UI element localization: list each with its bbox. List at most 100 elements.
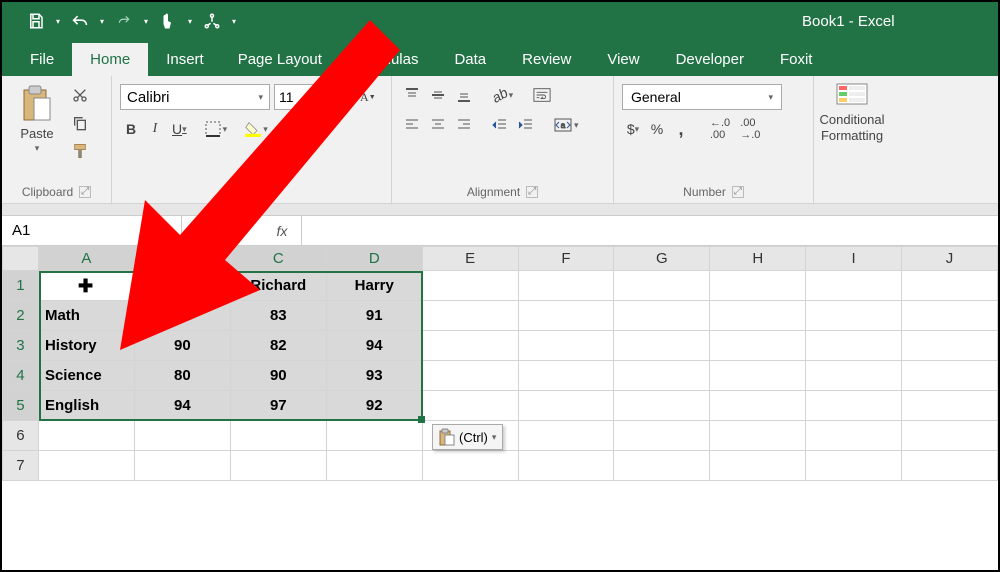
conditional-formatting-button[interactable]: Conditional Formatting (822, 80, 882, 143)
cell[interactable] (902, 331, 998, 361)
cell[interactable] (902, 391, 998, 421)
col-header-h[interactable]: H (710, 247, 806, 271)
cell[interactable] (614, 451, 710, 481)
redo-icon[interactable] (110, 7, 138, 35)
cell-d2[interactable]: 91 (326, 301, 422, 331)
increase-decimal-icon[interactable]: ←.0.00 (706, 118, 734, 140)
cell[interactable] (422, 391, 518, 421)
decrease-indent-icon[interactable] (488, 114, 512, 136)
alignment-launcher[interactable]: ⤢ (526, 186, 538, 198)
cell[interactable] (806, 331, 902, 361)
align-middle-icon[interactable] (426, 84, 450, 106)
tab-view[interactable]: View (589, 43, 657, 76)
bold-button[interactable]: B (120, 118, 142, 140)
cell-b3[interactable]: 90 (134, 331, 230, 361)
cell[interactable] (614, 391, 710, 421)
tab-review[interactable]: Review (504, 43, 589, 76)
currency-dropdown[interactable]: $ ▾ (622, 118, 644, 140)
cell-c2[interactable]: 83 (230, 301, 326, 331)
cell[interactable] (134, 421, 230, 451)
cell-c5[interactable]: 97 (230, 391, 326, 421)
cell[interactable] (614, 331, 710, 361)
decrease-font-icon[interactable]: A▼ (356, 86, 380, 108)
formula-input[interactable] (302, 216, 998, 245)
cell[interactable] (614, 361, 710, 391)
cell[interactable] (422, 451, 518, 481)
cell[interactable] (518, 361, 614, 391)
cut-icon[interactable] (68, 84, 92, 106)
italic-button[interactable]: I (144, 118, 166, 140)
cell-d5[interactable]: 92 (326, 391, 422, 421)
cell[interactable] (422, 271, 518, 301)
clipboard-launcher[interactable]: ⤢ (79, 186, 91, 198)
tab-page-layout[interactable]: Page Layout (222, 43, 338, 76)
cell[interactable] (902, 361, 998, 391)
font-name-dropdown[interactable]: Calibri▾ (120, 84, 270, 110)
cell[interactable] (710, 331, 806, 361)
wrap-text-icon[interactable] (529, 84, 555, 106)
col-header-a[interactable]: A (38, 247, 134, 271)
align-right-icon[interactable] (452, 114, 476, 136)
number-launcher[interactable]: ⤢ (732, 186, 744, 198)
enter-icon[interactable]: ✓ (236, 221, 249, 241)
row-header-3[interactable]: 3 (3, 331, 39, 361)
cell-c4[interactable]: 90 (230, 361, 326, 391)
cell[interactable] (806, 361, 902, 391)
cell[interactable] (518, 301, 614, 331)
cell[interactable] (902, 301, 998, 331)
cell-a4[interactable]: Science (38, 361, 134, 391)
col-header-i[interactable]: I (806, 247, 902, 271)
cell[interactable] (518, 391, 614, 421)
borders-dropdown[interactable]: ▾ (201, 118, 232, 140)
font-size-dropdown[interactable]: 11▾ (274, 84, 322, 110)
cell[interactable] (710, 391, 806, 421)
underline-button[interactable]: U ▾ (168, 118, 191, 140)
align-left-icon[interactable] (400, 114, 424, 136)
cell[interactable] (902, 451, 998, 481)
comma-style-button[interactable]: , (670, 118, 692, 140)
cell[interactable] (806, 271, 902, 301)
cell-a5[interactable]: English (38, 391, 134, 421)
cell-b1[interactable]: Tom (134, 271, 230, 301)
col-header-e[interactable]: E (422, 247, 518, 271)
cancel-icon[interactable]: ✕ (196, 221, 209, 241)
name-box[interactable]: A1 ▾ (2, 216, 182, 245)
cell-d4[interactable]: 93 (326, 361, 422, 391)
increase-font-icon[interactable]: A▲ (326, 86, 352, 108)
fill-color-dropdown[interactable]: ▾ (241, 118, 272, 140)
qat-customize-dropdown[interactable]: ▾ (230, 8, 238, 34)
cell[interactable] (806, 421, 902, 451)
tab-insert[interactable]: Insert (148, 43, 222, 76)
cell[interactable] (518, 451, 614, 481)
cell[interactable] (422, 301, 518, 331)
cell-d3[interactable]: 94 (326, 331, 422, 361)
save-icon[interactable] (22, 7, 50, 35)
cell[interactable] (902, 271, 998, 301)
cell[interactable] (710, 361, 806, 391)
fx-icon[interactable]: fx (277, 223, 288, 239)
cell[interactable] (806, 301, 902, 331)
cell[interactable] (710, 451, 806, 481)
align-center-icon[interactable] (426, 114, 450, 136)
col-header-f[interactable]: F (518, 247, 614, 271)
cell-d1[interactable]: Harry (326, 271, 422, 301)
cell[interactable] (902, 421, 998, 451)
row-header-1[interactable]: 1 (3, 271, 39, 301)
cell[interactable] (326, 421, 422, 451)
cell-c1[interactable]: Richard (230, 271, 326, 301)
cell-a3[interactable]: History (38, 331, 134, 361)
paste-button[interactable]: Paste ▾ (10, 80, 64, 154)
font-launcher[interactable]: ⤢ (261, 186, 273, 198)
copy-icon[interactable] (68, 112, 92, 134)
col-header-g[interactable]: G (614, 247, 710, 271)
tab-data[interactable]: Data (436, 43, 504, 76)
orientation-dropdown[interactable]: ab▾ (488, 84, 517, 106)
tab-foxit[interactable]: Foxit (762, 43, 831, 76)
touch-mode-icon[interactable] (154, 7, 182, 35)
cell-c3[interactable]: 82 (230, 331, 326, 361)
tab-home[interactable]: Home (72, 43, 148, 76)
align-bottom-icon[interactable] (452, 84, 476, 106)
row-header-2[interactable]: 2 (3, 301, 39, 331)
increase-indent-icon[interactable] (514, 114, 538, 136)
cell[interactable] (806, 391, 902, 421)
